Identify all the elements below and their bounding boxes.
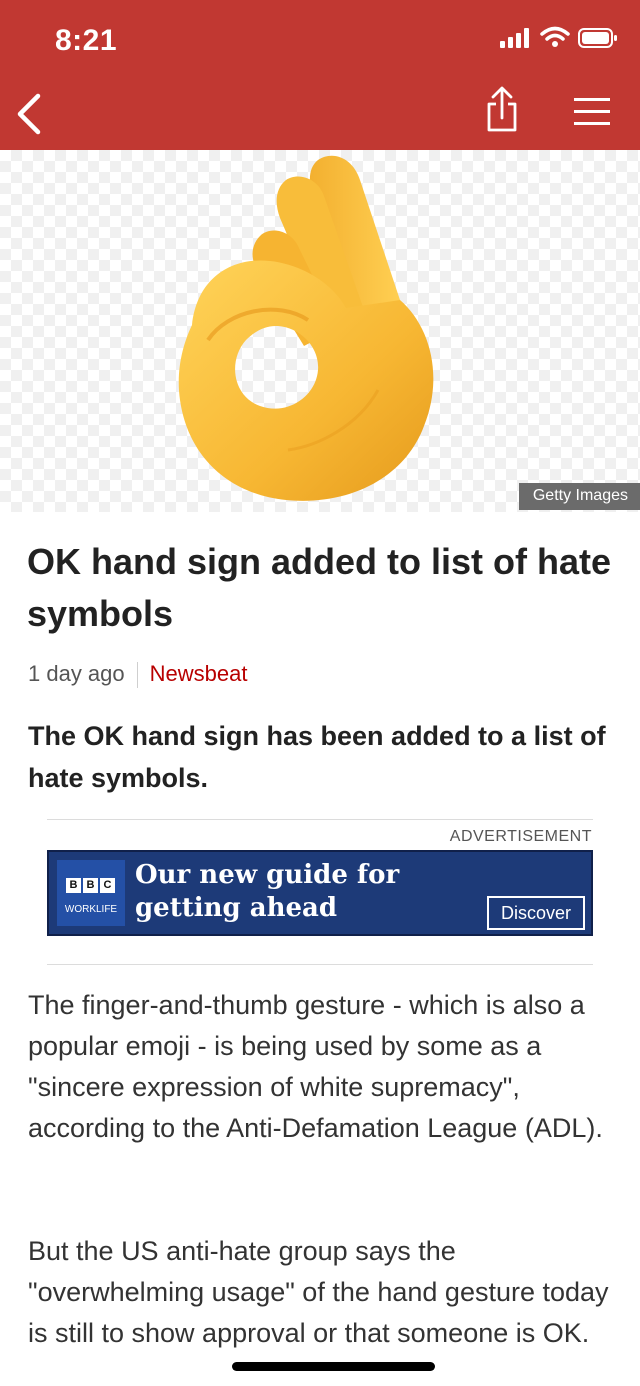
status-time: 8:21 [55,24,118,57]
chevron-left-icon[interactable] [10,92,50,136]
top-navigation-bar: 8:21 [0,0,640,150]
article-meta: 1 day ago Newsbeat [28,660,248,689]
bbc-worklife-logo: B B C WORKLIFE [57,860,125,926]
worklife-label: WORKLIFE [64,904,118,915]
battery-icon [578,28,617,48]
ad-divider-top [47,819,593,820]
wifi-icon [540,26,570,47]
ok-hand-emoji-icon [178,155,434,501]
discover-button[interactable]: Discover [487,896,585,930]
article-summary: The OK hand sign has been added to a lis… [28,721,606,793]
bbc-logo-letter: B [66,878,81,893]
advertisement-label: ADVERTISEMENT [449,828,592,845]
bbc-logo-letter: C [100,878,115,893]
article-timestamp: 1 day ago [28,661,125,686]
hamburger-menu-icon[interactable] [572,96,612,128]
share-icon[interactable] [484,86,520,132]
advertisement-banner[interactable]: B B C WORKLIFE Our new guide for getting… [47,850,593,936]
article-paragraph: But the US anti-hate group says the "ove… [28,1236,609,1348]
article-hero-image[interactable]: Getty Images [0,150,640,512]
meta-divider [136,662,138,689]
article-paragraph: The finger-and-thumb gesture - which is … [28,990,603,1143]
article-headline: OK hand sign added to list of hate symbo… [27,541,612,634]
bbc-logo-blocks: B B C [66,878,115,893]
home-indicator[interactable] [232,1362,435,1371]
ad-divider-bottom [47,964,593,965]
article-source-link[interactable]: Newsbeat [150,661,248,686]
ad-headline: Our new guide for getting ahead [135,860,400,923]
bbc-logo-letter: B [83,878,98,893]
image-credit: Getty Images [518,483,640,510]
cellular-signal-icon [500,28,529,48]
